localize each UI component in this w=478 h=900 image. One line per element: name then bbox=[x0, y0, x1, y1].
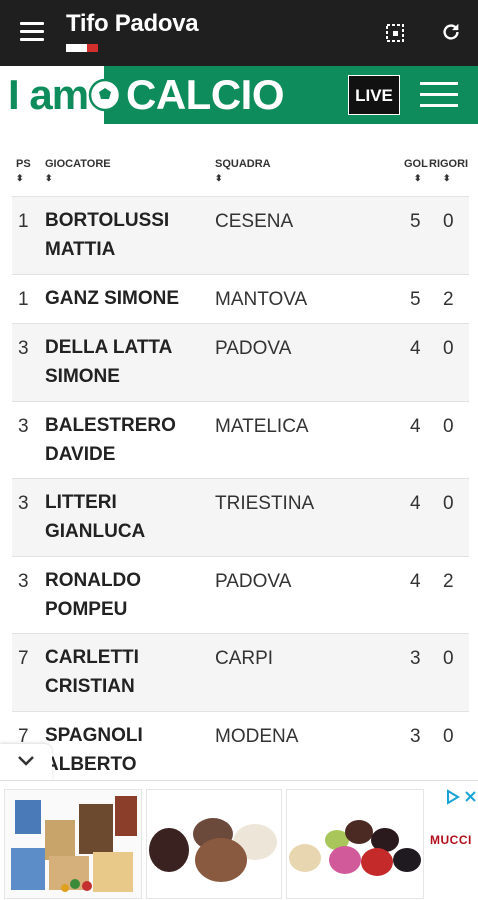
team-cell: CARPI bbox=[215, 648, 274, 669]
penalties-cell: 0 bbox=[443, 648, 454, 669]
player-cell: BALESTRERO DAVIDE bbox=[45, 415, 176, 465]
adchoices-icon[interactable] bbox=[447, 789, 460, 805]
column-header-team[interactable]: SQUADRA ⬍ bbox=[215, 158, 271, 183]
penalties-cell: 0 bbox=[443, 726, 454, 747]
table-row[interactable]: 3 RONALDO POMPEU PADOVA 4 2 bbox=[12, 556, 469, 633]
hamburger-menu-icon[interactable] bbox=[420, 82, 458, 108]
team-cell: PADOVA bbox=[215, 338, 292, 359]
rank-cell: 3 bbox=[18, 571, 29, 592]
header-label-player: GIOCATORE bbox=[45, 158, 111, 170]
table-row[interactable]: 1 GANZ SIMONE MANTOVA 5 2 bbox=[12, 274, 469, 323]
goals-cell: 4 bbox=[410, 338, 421, 359]
sort-icon[interactable]: ⬍ bbox=[45, 174, 111, 183]
soccer-ball-icon bbox=[88, 78, 122, 112]
goals-cell: 3 bbox=[410, 726, 421, 747]
rank-cell: 1 bbox=[18, 211, 29, 232]
penalties-cell: 2 bbox=[443, 289, 454, 310]
team-cell: MATELICA bbox=[215, 416, 309, 437]
ad-banner[interactable]: MUCCI bbox=[0, 780, 478, 900]
table-row[interactable]: 7 CARLETTI CRISTIAN CARPI 3 0 bbox=[12, 633, 469, 711]
penalties-cell: 0 bbox=[443, 416, 454, 437]
team-cell: MANTOVA bbox=[215, 289, 308, 310]
table-row[interactable]: 3 BALESTRERO DAVIDE MATELICA 4 0 bbox=[12, 401, 469, 478]
penalties-cell: 0 bbox=[443, 211, 454, 232]
brand-bar: I am CALCIO LIVE bbox=[0, 66, 478, 124]
rank-cell: 3 bbox=[18, 493, 29, 514]
goals-cell: 5 bbox=[410, 289, 421, 310]
player-cell: SPAGNOLI ALBERTO bbox=[45, 725, 143, 775]
goals-cell: 4 bbox=[410, 571, 421, 592]
column-header-ps[interactable]: PS ⬍ bbox=[16, 158, 31, 183]
refresh-icon[interactable] bbox=[440, 21, 462, 43]
penalties-cell: 2 bbox=[443, 571, 454, 592]
header-label-ps: PS bbox=[16, 158, 31, 170]
live-button[interactable]: LIVE bbox=[348, 75, 400, 115]
brand-logo-right[interactable]: CALCIO bbox=[126, 72, 285, 118]
sort-icon[interactable]: ⬍ bbox=[16, 174, 31, 183]
player-cell: CARLETTI CRISTIAN bbox=[45, 647, 139, 697]
penalties-cell: 0 bbox=[443, 493, 454, 514]
player-cell: RONALDO POMPEU bbox=[45, 570, 142, 620]
header-label-rigori: RIGORI bbox=[429, 158, 469, 170]
ad-product-image[interactable] bbox=[4, 789, 142, 899]
ad-brand-logo[interactable]: MUCCI bbox=[430, 833, 472, 847]
rank-cell: 3 bbox=[18, 338, 29, 359]
column-header-rigori[interactable]: RIGORI ⬍ bbox=[429, 158, 468, 183]
app-title: Tifo Padova bbox=[66, 10, 199, 37]
header-label-team: SQUADRA bbox=[215, 158, 271, 170]
rank-cell: 1 bbox=[18, 289, 29, 310]
goals-cell: 4 bbox=[410, 493, 421, 514]
collapse-ad-button[interactable] bbox=[0, 744, 52, 780]
penalties-cell: 0 bbox=[443, 338, 454, 359]
team-cell: CESENA bbox=[215, 211, 294, 232]
team-cell: PADOVA bbox=[215, 571, 292, 592]
column-header-player[interactable]: GIOCATORE ⬍ bbox=[45, 158, 111, 183]
table-row[interactable]: 3 DELLA LATTA SIMONE PADOVA 4 0 bbox=[12, 323, 469, 401]
table-row[interactable]: 1 BORTOLUSSI MATTIA CESENA 5 0 bbox=[12, 196, 469, 274]
player-cell: GANZ SIMONE bbox=[45, 288, 180, 309]
app-bar: Tifo Padova bbox=[0, 0, 478, 66]
adchoices-controls bbox=[446, 789, 478, 810]
table-header: PS ⬍ GIOCATORE ⬍ SQUADRA ⬍ GOL ⬍ RIGORI ⬍ bbox=[0, 150, 478, 196]
player-cell: BORTOLUSSI MATTIA bbox=[45, 210, 170, 260]
goals-cell: 5 bbox=[410, 211, 421, 232]
brand-logo-left[interactable]: I am bbox=[8, 72, 89, 118]
column-header-gol[interactable]: GOL ⬍ bbox=[404, 158, 428, 183]
menu-icon[interactable] bbox=[20, 22, 44, 42]
player-cell: LITTERI GIANLUCA bbox=[45, 492, 146, 542]
sort-icon[interactable]: ⬍ bbox=[215, 174, 271, 183]
chevron-down-icon bbox=[18, 756, 34, 766]
header-label-gol: GOL bbox=[404, 158, 428, 170]
team-cell: TRIESTINA bbox=[215, 493, 315, 514]
sugared-almonds-image bbox=[287, 790, 423, 898]
rank-cell: 7 bbox=[18, 648, 29, 669]
rank-cell: 3 bbox=[18, 416, 29, 437]
flag-icon bbox=[66, 44, 99, 52]
qr-scan-icon[interactable] bbox=[385, 23, 405, 43]
table-row[interactable]: 3 LITTERI GIANLUCA TRIESTINA 4 0 bbox=[12, 478, 469, 556]
goals-cell: 3 bbox=[410, 648, 421, 669]
player-cell: DELLA LATTA SIMONE bbox=[45, 337, 172, 387]
close-icon[interactable] bbox=[465, 791, 476, 802]
gift-basket-image bbox=[5, 790, 141, 898]
ad-product-image[interactable] bbox=[286, 789, 424, 899]
sort-icon[interactable]: ⬍ bbox=[429, 174, 468, 183]
goals-cell: 4 bbox=[410, 416, 421, 437]
chocolate-eggs-image bbox=[147, 790, 281, 898]
table-row[interactable]: 7 SPAGNOLI ALBERTO MODENA 3 0 bbox=[12, 711, 469, 781]
team-cell: MODENA bbox=[215, 726, 299, 747]
sort-icon[interactable]: ⬍ bbox=[404, 174, 428, 183]
ad-product-image[interactable] bbox=[146, 789, 282, 899]
